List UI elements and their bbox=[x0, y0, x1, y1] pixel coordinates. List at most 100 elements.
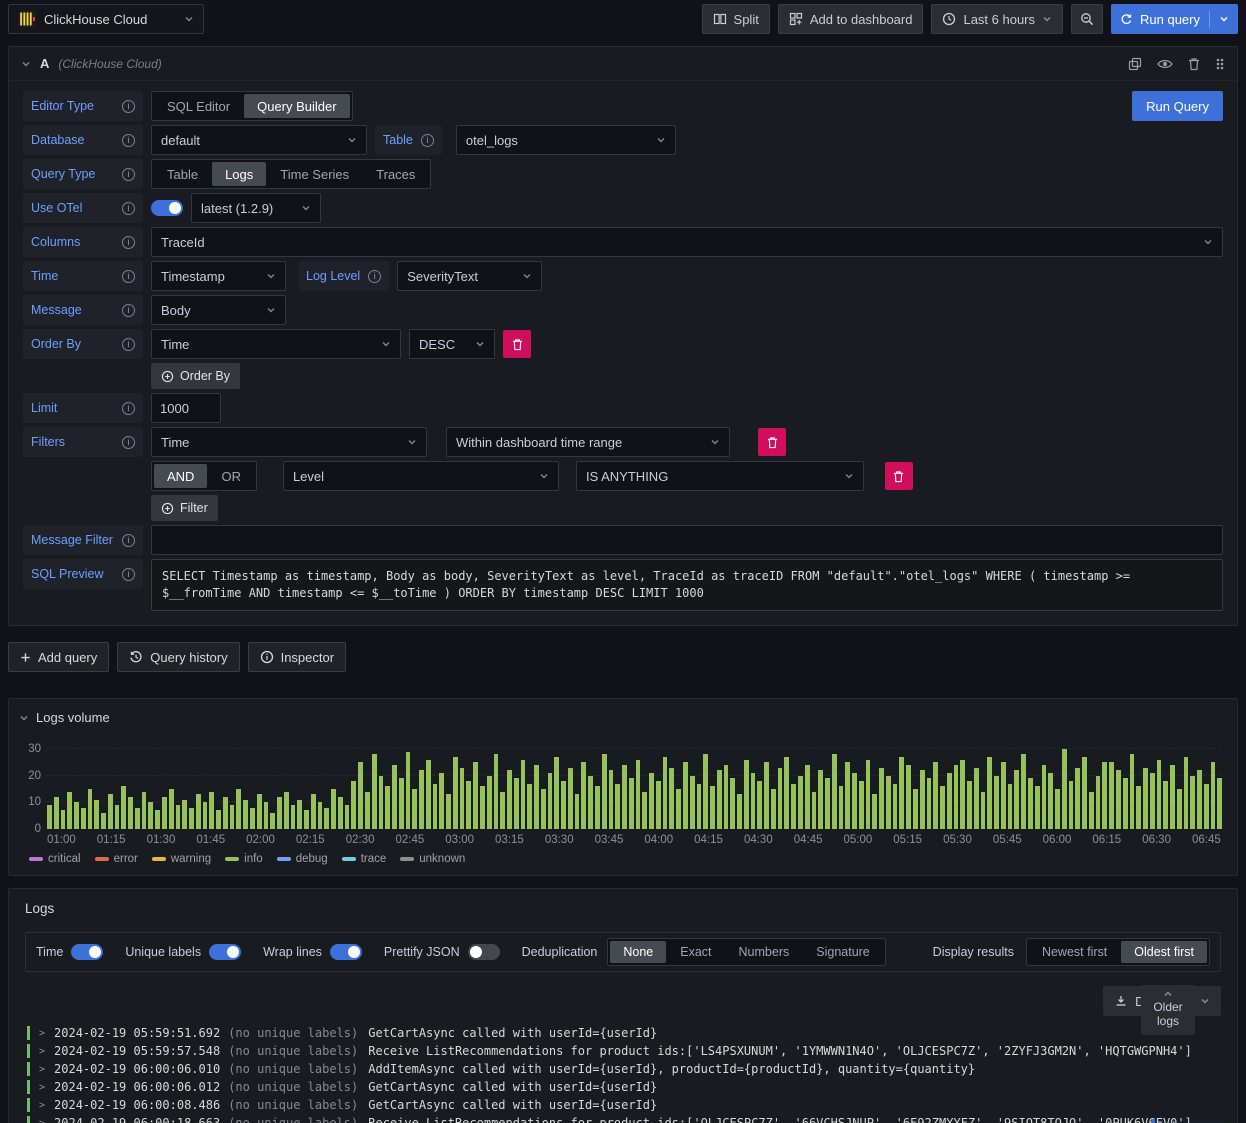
info-icon[interactable]: i bbox=[122, 269, 135, 283]
remove-order-by-button[interactable] bbox=[503, 330, 531, 358]
expand-chevron-icon[interactable]: > bbox=[39, 1100, 45, 1111]
split-button[interactable]: Split bbox=[701, 4, 770, 34]
x-tick-label: 06:45 bbox=[1191, 834, 1221, 846]
remove-filter-button[interactable] bbox=[758, 428, 786, 456]
info-icon[interactable]: i bbox=[420, 133, 434, 147]
expand-chevron-icon[interactable]: > bbox=[39, 1118, 45, 1123]
log-row[interactable]: >2024-02-19 06:00:08.486 (no unique label… bbox=[25, 1096, 1221, 1114]
filter-field-select[interactable]: Time bbox=[151, 427, 427, 457]
filter-operator-select[interactable]: Within dashboard time range bbox=[446, 427, 730, 457]
message-filter-input[interactable] bbox=[151, 525, 1223, 555]
clock-icon bbox=[942, 12, 956, 26]
add-filter-button[interactable]: Filter bbox=[151, 495, 218, 521]
info-icon[interactable]: i bbox=[122, 235, 135, 249]
drag-handle-icon[interactable] bbox=[1215, 57, 1225, 71]
add-query-button[interactable]: Add query bbox=[8, 642, 110, 672]
time-range-picker[interactable]: Last 6 hours bbox=[931, 4, 1064, 34]
add-order-by-button[interactable]: Order By bbox=[151, 363, 241, 389]
info-icon[interactable]: i bbox=[122, 533, 135, 547]
database-select[interactable]: default bbox=[151, 125, 367, 155]
legend-item-trace[interactable]: trace bbox=[341, 853, 386, 865]
unique-labels-toggle[interactable] bbox=[209, 944, 242, 960]
editor-type-option-builder[interactable]: Query Builder bbox=[244, 94, 350, 118]
remove-query-trash-icon[interactable] bbox=[1188, 57, 1200, 71]
legend-item-debug[interactable]: debug bbox=[276, 853, 328, 865]
query-type-option-timeseries[interactable]: Time Series bbox=[267, 162, 362, 186]
remove-filter2-button[interactable] bbox=[884, 462, 913, 490]
legend-item-info[interactable]: info bbox=[225, 853, 263, 865]
info-icon[interactable]: i bbox=[122, 201, 135, 215]
expand-chevron-icon[interactable]: > bbox=[39, 1046, 45, 1057]
query-type-option-logs[interactable]: Logs bbox=[212, 162, 267, 186]
dedup-option-numbers[interactable]: Numbers bbox=[726, 941, 803, 963]
query-type-option-table[interactable]: Table bbox=[154, 162, 211, 186]
collapse-chevron-icon[interactable] bbox=[21, 59, 31, 69]
legend-item-critical[interactable]: critical bbox=[29, 853, 81, 865]
order-option-oldest[interactable]: Oldest first bbox=[1121, 941, 1207, 963]
order-by-field-select[interactable]: Time bbox=[151, 329, 401, 359]
wrap-lines-toggle[interactable] bbox=[329, 944, 362, 960]
duplicate-query-icon[interactable] bbox=[1128, 57, 1142, 71]
info-icon[interactable]: i bbox=[122, 401, 135, 415]
info-icon[interactable]: i bbox=[122, 303, 135, 317]
otel-version-select[interactable]: latest (1.2.9) bbox=[191, 193, 321, 223]
bool-option-or[interactable]: OR bbox=[208, 464, 254, 488]
expand-chevron-icon[interactable]: > bbox=[39, 1028, 45, 1039]
limit-input[interactable] bbox=[151, 393, 221, 423]
older-logs-button[interactable]: Older logs bbox=[1141, 985, 1195, 1035]
legend-item-error[interactable]: error bbox=[94, 853, 138, 865]
dedup-option-signature[interactable]: Signature bbox=[803, 941, 883, 963]
log-row[interactable]: >2024-02-19 05:59:51.692 (no unique label… bbox=[25, 1024, 1221, 1042]
collapse-chevron-icon[interactable] bbox=[19, 713, 29, 723]
label-text: Log Level bbox=[306, 269, 361, 283]
volume-bar bbox=[466, 781, 472, 829]
y-tick-label: 0 bbox=[34, 823, 41, 835]
info-icon[interactable]: i bbox=[368, 269, 382, 283]
hide-response-eye-icon[interactable] bbox=[1157, 58, 1173, 70]
info-icon[interactable]: i bbox=[122, 167, 135, 181]
legend-item-warning[interactable]: warning bbox=[151, 853, 211, 865]
order-by-direction-select[interactable]: DESC bbox=[409, 329, 495, 359]
volume-bar bbox=[364, 791, 370, 829]
prettify-json-toggle[interactable] bbox=[467, 944, 500, 960]
chevron-down-icon[interactable] bbox=[1219, 14, 1229, 24]
log-row[interactable]: >2024-02-19 06:00:06.010 (no unique label… bbox=[25, 1060, 1221, 1078]
legend-item-unknown[interactable]: unknown bbox=[400, 853, 465, 865]
time-toggle[interactable] bbox=[71, 944, 104, 960]
bool-option-and[interactable]: AND bbox=[154, 464, 208, 488]
query-history-button[interactable]: Query history bbox=[117, 642, 240, 672]
query-type-option-traces[interactable]: Traces bbox=[363, 162, 428, 186]
add-to-dashboard-button[interactable]: Add to dashboard bbox=[777, 4, 924, 34]
query-row-header[interactable]: A (ClickHouse Cloud) bbox=[9, 47, 1237, 81]
log-row[interactable]: >2024-02-19 05:59:57.548 (no unique label… bbox=[25, 1042, 1221, 1060]
logs-volume-header[interactable]: Logs volume bbox=[9, 699, 1237, 735]
log-level-column-select[interactable]: SeverityText bbox=[397, 261, 543, 291]
time-column-select[interactable]: Timestamp bbox=[151, 261, 286, 291]
run-query-button[interactable]: Run query bbox=[1111, 4, 1238, 34]
order-option-newest[interactable]: Newest first bbox=[1029, 941, 1120, 963]
expand-chevron-icon[interactable]: > bbox=[39, 1064, 45, 1075]
info-icon[interactable]: i bbox=[122, 133, 135, 147]
editor-type-option-sql[interactable]: SQL Editor bbox=[154, 94, 243, 118]
volume-bar bbox=[743, 759, 749, 829]
expand-chevron-icon[interactable]: > bbox=[39, 1082, 45, 1093]
dedup-option-none[interactable]: None bbox=[610, 941, 667, 963]
inspector-button[interactable]: Inspector bbox=[247, 642, 347, 672]
filter2-field-select[interactable]: Level bbox=[282, 461, 559, 491]
info-icon[interactable]: i bbox=[122, 567, 135, 581]
table-select[interactable]: otel_logs bbox=[455, 125, 676, 155]
log-row[interactable]: >2024-02-19 06:00:06.012 (no unique label… bbox=[25, 1078, 1221, 1096]
run-query-editor-button[interactable]: Run Query bbox=[1132, 91, 1223, 121]
use-otel-toggle[interactable] bbox=[151, 200, 183, 216]
zoom-out-button[interactable] bbox=[1071, 4, 1104, 34]
columns-select[interactable]: TraceId bbox=[151, 227, 1223, 257]
info-icon[interactable]: i bbox=[122, 99, 135, 113]
dedup-option-exact[interactable]: Exact bbox=[667, 941, 724, 963]
info-icon[interactable]: i bbox=[122, 337, 135, 351]
message-column-select[interactable]: Body bbox=[151, 295, 286, 325]
volume-bar bbox=[980, 791, 986, 829]
info-icon[interactable]: i bbox=[122, 435, 135, 449]
datasource-picker[interactable]: ClickHouse Cloud bbox=[8, 4, 204, 34]
log-row[interactable]: >2024-02-19 06:00:18.663 (no unique label… bbox=[25, 1114, 1221, 1123]
filter2-operator-select[interactable]: IS ANYTHING bbox=[575, 461, 864, 491]
